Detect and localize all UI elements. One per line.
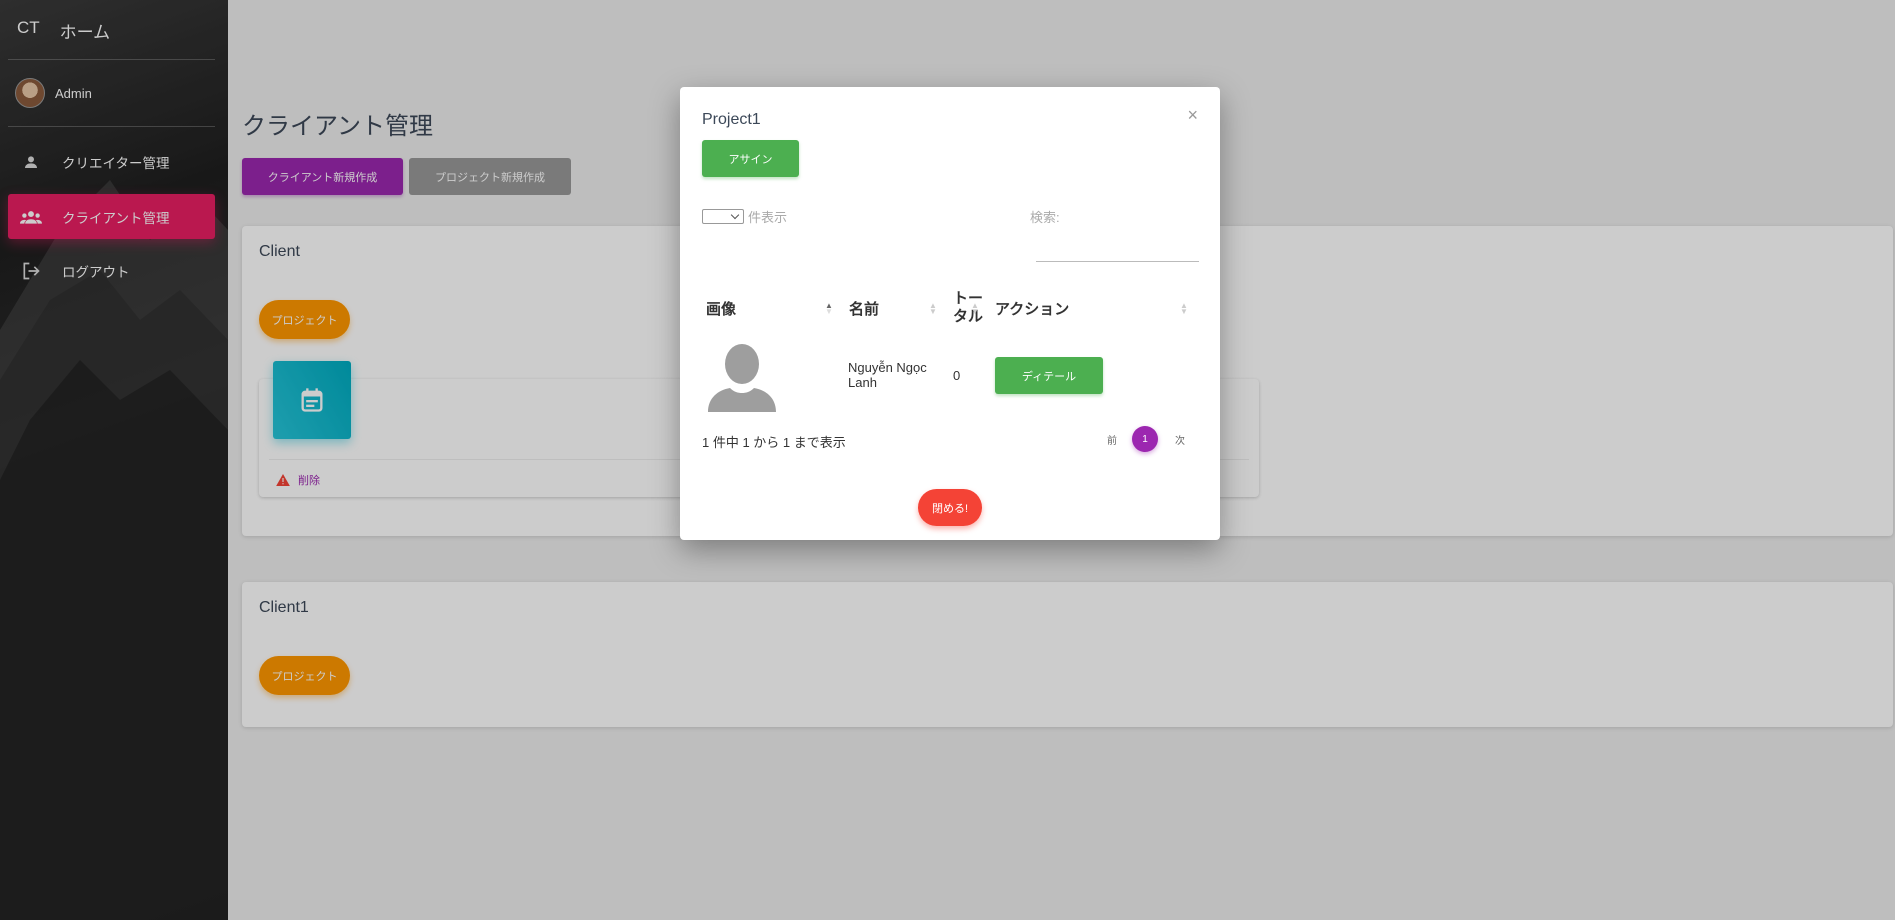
column-header-name[interactable]: 名前 xyxy=(849,301,879,319)
search-label: 検索: xyxy=(1030,210,1060,225)
pagination-prev[interactable]: 前 xyxy=(1099,426,1125,452)
close-icon[interactable]: × xyxy=(1187,105,1198,126)
pagination-next[interactable]: 次 xyxy=(1167,426,1193,452)
page-length-control: 件表示 xyxy=(702,207,787,226)
modal-close-button[interactable]: 閉める! xyxy=(918,489,982,526)
page-length-label: 件表示 xyxy=(748,210,788,225)
sort-icon: ▲ ▼ xyxy=(971,301,979,316)
project-modal: Project1 × アサイン 件表示 検索: 画像 ▲ ▼ 名前 ▲ ▼ トータル… xyxy=(680,87,1220,540)
detail-button[interactable]: ディテール xyxy=(995,357,1103,394)
sort-icon: ▲ ▼ xyxy=(929,301,937,316)
column-header-action[interactable]: アクション xyxy=(995,301,1069,319)
row-total: 0 xyxy=(953,368,961,383)
sort-icon: ▲ ▼ xyxy=(1180,301,1188,316)
page-length-select[interactable] xyxy=(702,209,744,224)
column-header-image[interactable]: 画像 xyxy=(706,301,736,319)
pagination-page-1[interactable]: 1 xyxy=(1132,426,1158,452)
sort-asc-icon: ▲ ▼ xyxy=(825,301,833,316)
column-header-total[interactable]: トータル xyxy=(953,290,987,326)
modal-title: Project1 xyxy=(702,111,761,128)
table-info: 1 件中 1 から 1 まで表示 xyxy=(702,435,846,450)
row-name: Nguyễn Ngọc Lanh xyxy=(848,360,927,390)
user-placeholder-image xyxy=(706,340,778,412)
search-input[interactable] xyxy=(1036,261,1199,262)
assign-button[interactable]: アサイン xyxy=(702,140,799,177)
